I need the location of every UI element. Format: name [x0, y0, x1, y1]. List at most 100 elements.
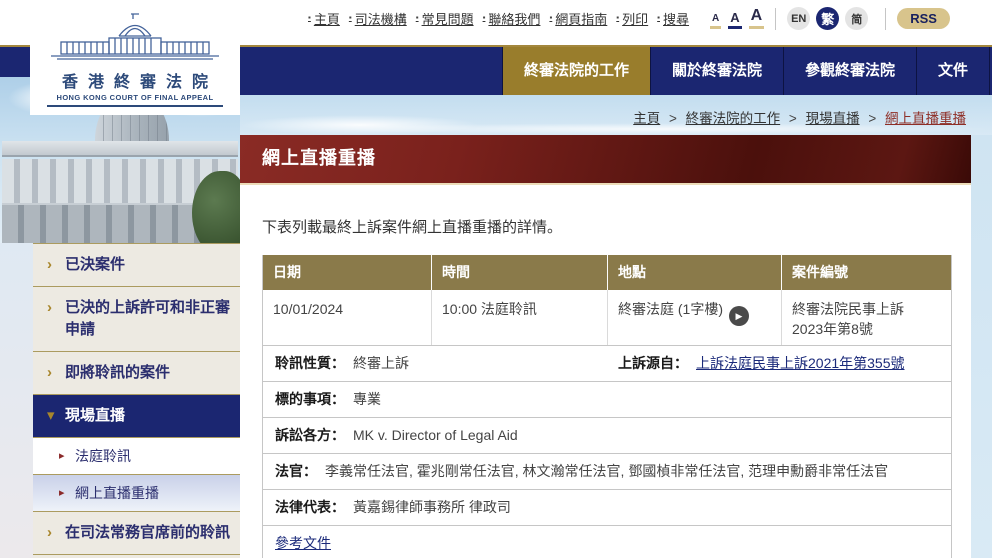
reference-documents-row: 參考文件 — [263, 526, 951, 558]
topbar-link-label: 搜尋 — [663, 9, 689, 28]
breadcrumb-home-link[interactable]: 主頁 — [633, 111, 660, 126]
detail-row-parties: 訴訟各方： MK v. Director of Legal Aid — [263, 418, 951, 454]
sidebar-item-live-broadcast[interactable]: ▾現場直播 — [33, 395, 240, 438]
breadcrumb-work-link[interactable]: 終審法院的工作 — [686, 111, 781, 126]
appeal-from-link[interactable]: 上訴法庭民事上訴2021年第355號 — [696, 355, 905, 371]
subject-matter-value: 專業 — [353, 391, 381, 407]
topbar-link-faq[interactable]: ▪常見問題 — [416, 9, 474, 28]
breadcrumb-separator: > — [669, 111, 677, 126]
intro-text: 下表列載最終上訴案件網上直播重播的詳情。 — [262, 216, 971, 237]
table-header-venue: 地點 — [607, 255, 781, 290]
cell-venue: 終審法庭 (1字樓) ▶ — [607, 290, 781, 345]
sidebar-subitem-court-hearing[interactable]: ▸法庭聆訊 — [33, 438, 240, 475]
detail-row-representation: 法律代表：黃嘉錫律師事務所 律政司 — [263, 490, 951, 526]
chevron-right-icon: › — [47, 297, 52, 319]
sidebar-item-label: 在司法常務官席前的聆訊 — [65, 524, 230, 541]
bullet-icon: ▪ — [616, 13, 619, 22]
breadcrumb-current: 網上直播重播 — [885, 111, 966, 126]
case-number-line1: 終審法院民事上訴 — [792, 299, 941, 319]
appeal-from-label: 上訴源自： — [618, 355, 688, 371]
topbar-link-contact[interactable]: ▪聯絡我們 — [483, 9, 541, 28]
table-header-row: 日期 時間 地點 案件編號 — [263, 255, 951, 290]
nav-tab-about-court[interactable]: 關於終審法院 — [650, 47, 783, 95]
chevron-right-icon: › — [47, 254, 52, 276]
table-header-case-number: 案件編號 — [781, 255, 951, 290]
subject-matter-label: 標的事項： — [275, 391, 345, 407]
sidebar-item-decided-leave-applications[interactable]: ›已決的上訴許可和非正審申請 — [33, 287, 240, 352]
topbar-link-home[interactable]: ▪主頁 — [308, 9, 340, 28]
lang-traditional-button[interactable]: 繁 — [816, 7, 839, 30]
venue-text: 終審法庭 (1字樓) — [618, 301, 723, 317]
table-header-time: 時間 — [431, 255, 607, 290]
topbar-link-label: 司法機構 — [355, 9, 407, 28]
page-title: 網上直播重播 — [240, 135, 971, 182]
play-button[interactable]: ▶ — [729, 306, 749, 326]
nav-tab-work-of-court[interactable]: 終審法院的工作 — [502, 47, 650, 95]
judges-label: 法官： — [275, 463, 317, 479]
parties-value: MK v. Director of Legal Aid — [353, 427, 518, 443]
cell-date: 10/01/2024 — [263, 290, 431, 345]
topbar-link-judiciary[interactable]: ▪司法機構 — [349, 9, 407, 28]
divider — [885, 8, 886, 30]
bullet-icon: ▪ — [308, 13, 311, 22]
logo-title-english: HONG KONG COURT OF FINAL APPEAL — [30, 93, 240, 102]
breadcrumb-separator: > — [868, 111, 876, 126]
webcast-table: 日期 時間 地點 案件編號 10/01/2024 10:00 法庭聆訊 終審法庭… — [262, 255, 952, 558]
font-size-small-button[interactable]: A — [710, 14, 721, 29]
hearing-nature-label: 聆訊性質： — [275, 355, 345, 371]
chevron-right-icon: › — [47, 522, 52, 544]
topbar-link-label: 聯絡我們 — [488, 9, 540, 28]
sidebar-item-registrar-hearings[interactable]: › 在司法常務官席前的聆訊 — [33, 512, 240, 555]
table-row: 10/01/2024 10:00 法庭聆訊 終審法庭 (1字樓) ▶ 終審法院民事… — [263, 290, 951, 346]
sidebar: ›已決案件 ›已決的上訴許可和非正審申請 ›即將聆訊的案件 ▾現場直播 ▸法庭聆… — [33, 243, 240, 558]
rss-button[interactable]: RSS — [897, 8, 950, 29]
judges-value: 李義常任法官, 霍兆剛常任法官, 林文瀚常任法官, 鄧國楨非常任法官, 范理申勳… — [325, 463, 888, 479]
breadcrumb-live-link[interactable]: 現場直播 — [806, 111, 860, 126]
font-size-medium-button[interactable]: A — [728, 11, 741, 29]
bullet-icon: ▪ — [349, 13, 352, 22]
topbar-link-label: 列印 — [622, 9, 648, 28]
play-icon: ▶ — [736, 306, 743, 326]
topbar-link-label: 常見問題 — [422, 9, 474, 28]
lang-simplified-button[interactable]: 简 — [845, 7, 868, 30]
parties-label: 訴訟各方： — [275, 427, 345, 443]
divider — [775, 8, 776, 30]
chevron-right-icon: › — [47, 362, 52, 384]
right-sky-strip — [971, 135, 992, 558]
table-header-date: 日期 — [263, 255, 431, 290]
topbar-link-sitemap[interactable]: ▪網頁指南 — [549, 9, 607, 28]
cell-time: 10:00 法庭聆訊 — [431, 290, 607, 345]
nav-tab-documents[interactable]: 文件 — [916, 47, 990, 95]
site-logo[interactable]: 香港終審法院 HONG KONG COURT OF FINAL APPEAL — [30, 5, 240, 115]
page: ▪主頁 ▪司法機構 ▪常見問題 ▪聯絡我們 ▪網頁指南 ▪列印 ▪搜尋 A A … — [0, 0, 992, 558]
detail-row-hearing-nature: 聆訊性質： 終審上訴 上訴源自： 上訴法庭民事上訴2021年第355號 — [263, 346, 951, 382]
representation-value: 黃嘉錫律師事務所 律政司 — [353, 499, 511, 515]
court-building-line-art-icon — [45, 11, 225, 61]
cell-case-number: 終審法院民事上訴2023年第8號 — [781, 290, 951, 345]
sidebar-subitem-label: 網上直播重播 — [75, 485, 159, 501]
chevron-down-icon: ▾ — [47, 405, 55, 427]
topbar-link-label: 主頁 — [314, 9, 340, 28]
left-background-strip — [0, 243, 33, 558]
sidebar-item-decided-cases[interactable]: ›已決案件 — [33, 244, 240, 287]
lang-english-button[interactable]: EN — [787, 7, 810, 30]
breadcrumb: 主頁 > 終審法院的工作 > 現場直播 > 網上直播重播 — [633, 107, 966, 127]
bullet-icon: ▪ — [549, 13, 552, 22]
topbar-link-label: 網頁指南 — [555, 9, 607, 28]
reference-documents-link[interactable]: 參考文件 — [275, 535, 331, 551]
nav-tab-visit-court[interactable]: 參觀終審法院 — [783, 47, 916, 95]
sidebar-subitem-webcast-replay[interactable]: ▸ 網上直播重播 — [33, 475, 240, 512]
main-navigation: 終審法院的工作 關於終審法院 參觀終審法院 文件 — [240, 45, 992, 95]
font-size-large-button[interactable]: A — [749, 8, 765, 29]
sidebar-item-upcoming-hearings[interactable]: ›即將聆訊的案件 — [33, 352, 240, 395]
topbar-link-search[interactable]: ▪搜尋 — [657, 9, 689, 28]
detail-row-subject-matter: 標的事項： 專業 — [263, 382, 951, 418]
detail-row-judges: 法官： 李義常任法官, 霍兆剛常任法官, 林文瀚常任法官, 鄧國楨非常任法官, 范… — [263, 454, 951, 490]
hearing-nature-value: 終審上訴 — [353, 355, 409, 371]
topbar-link-print[interactable]: ▪列印 — [616, 9, 648, 28]
logo-underline — [47, 105, 223, 107]
page-title-band: 網上直播重播 — [240, 135, 971, 185]
triangle-right-icon: ▸ — [59, 483, 65, 503]
breadcrumb-separator: > — [789, 111, 797, 126]
bullet-icon: ▪ — [416, 13, 419, 22]
